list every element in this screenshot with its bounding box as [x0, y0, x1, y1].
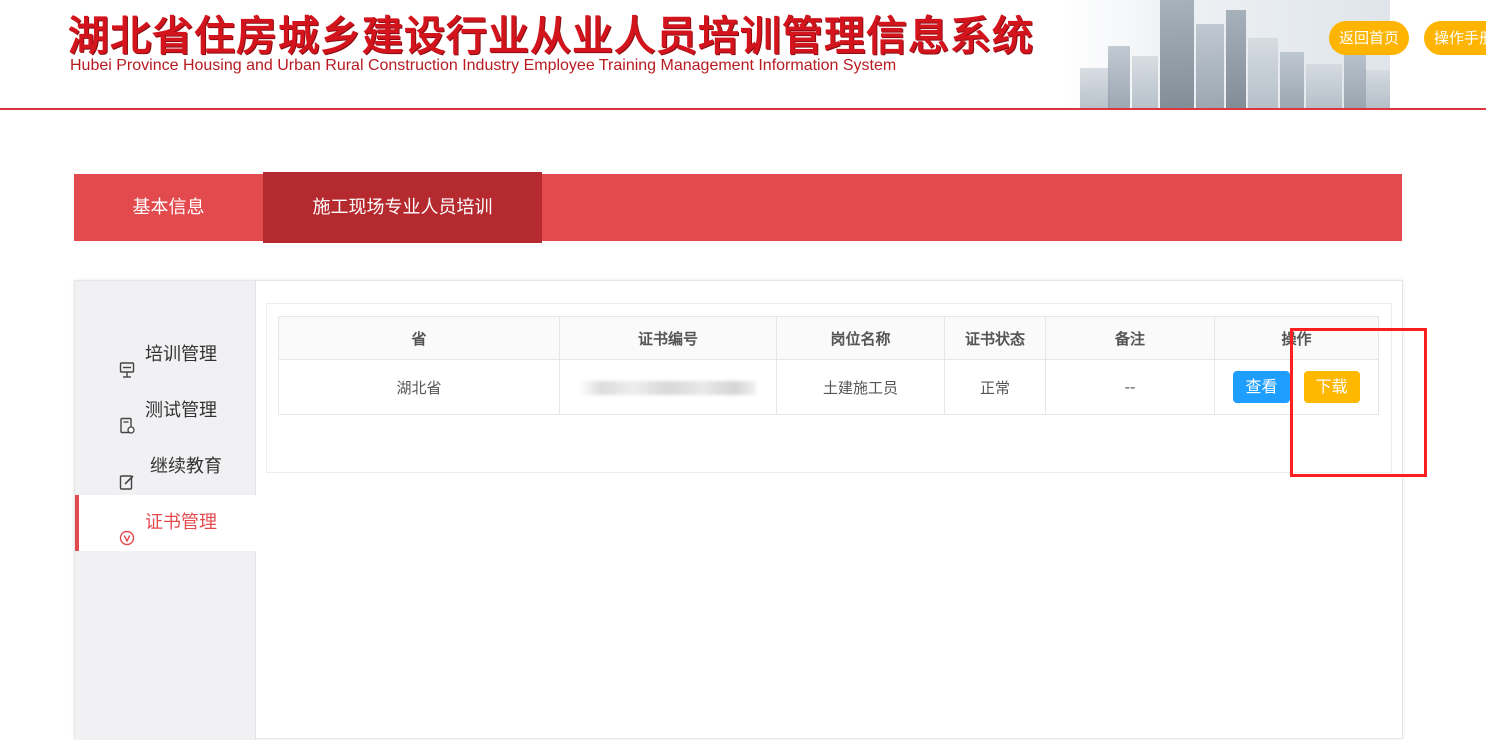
column-header-province: 省: [278, 316, 560, 360]
view-button[interactable]: 查看: [1233, 371, 1290, 403]
sidebar-item-label: 证书管理: [145, 512, 217, 533]
download-button[interactable]: 下载: [1303, 371, 1360, 403]
main-panel: 培训管理 测试管理 继续教育 证书管理 省 证书编号 岗位名称 证书状态 备注 …: [74, 280, 1403, 740]
system-title-cn: 湖北省住房城乡建设行业从业人员培训管理信息系统: [68, 12, 1034, 60]
sidebar: 培训管理 测试管理 继续教育 证书管理: [75, 281, 256, 740]
sidebar-item-label: 培训管理: [145, 344, 217, 365]
table-header-row: 省 证书编号 岗位名称 证书状态 备注 操作: [278, 316, 1379, 360]
system-title-en: Hubei Province Housing and Urban Rural C…: [70, 57, 897, 74]
edit-icon: [119, 458, 135, 490]
training-icon: [119, 346, 135, 378]
cell-status: 正常: [944, 359, 1046, 415]
cell-position: 土建施工员: [776, 359, 945, 415]
cell-province: 湖北省: [278, 359, 560, 415]
column-header-remark: 备注: [1045, 316, 1215, 360]
tab-basic-info[interactable]: 基本信息: [74, 174, 263, 241]
sidebar-item-test[interactable]: 测试管理: [75, 383, 256, 439]
certificate-table: 省 证书编号 岗位名称 证书状态 备注 操作 湖北省 土建施工员 正常 -- 查…: [278, 316, 1379, 415]
column-header-status: 证书状态: [944, 316, 1046, 360]
cell-actions: 查看 下载: [1214, 359, 1379, 415]
header: 湖北省住房城乡建设行业从业人员培训管理信息系统 Hubei Province H…: [0, 0, 1486, 110]
manual-button[interactable]: 操作手册: [1424, 21, 1486, 55]
sidebar-item-certificate[interactable]: 证书管理: [75, 495, 256, 551]
sidebar-item-label: 测试管理: [145, 400, 217, 421]
tab-site-training[interactable]: 施工现场专业人员培训: [263, 172, 542, 243]
column-header-position: 岗位名称: [776, 316, 945, 360]
sidebar-item-continuing-education[interactable]: 继续教育: [75, 439, 256, 495]
sidebar-item-training[interactable]: 培训管理: [75, 327, 256, 383]
sidebar-item-label: 继续教育: [150, 456, 222, 477]
certificate-icon: [119, 514, 135, 546]
masked-cert-number: [580, 380, 756, 395]
home-button[interactable]: 返回首页: [1329, 21, 1410, 55]
cell-remark: --: [1045, 359, 1215, 415]
test-icon: [119, 402, 135, 434]
column-header-actions: 操作: [1214, 316, 1379, 360]
cell-cert-no: [559, 359, 777, 415]
column-header-cert-no: 证书编号: [559, 316, 777, 360]
main-tab-bar: 基本信息 施工现场专业人员培训: [74, 172, 1402, 243]
table-row: 湖北省 土建施工员 正常 -- 查看 下载: [278, 359, 1379, 415]
